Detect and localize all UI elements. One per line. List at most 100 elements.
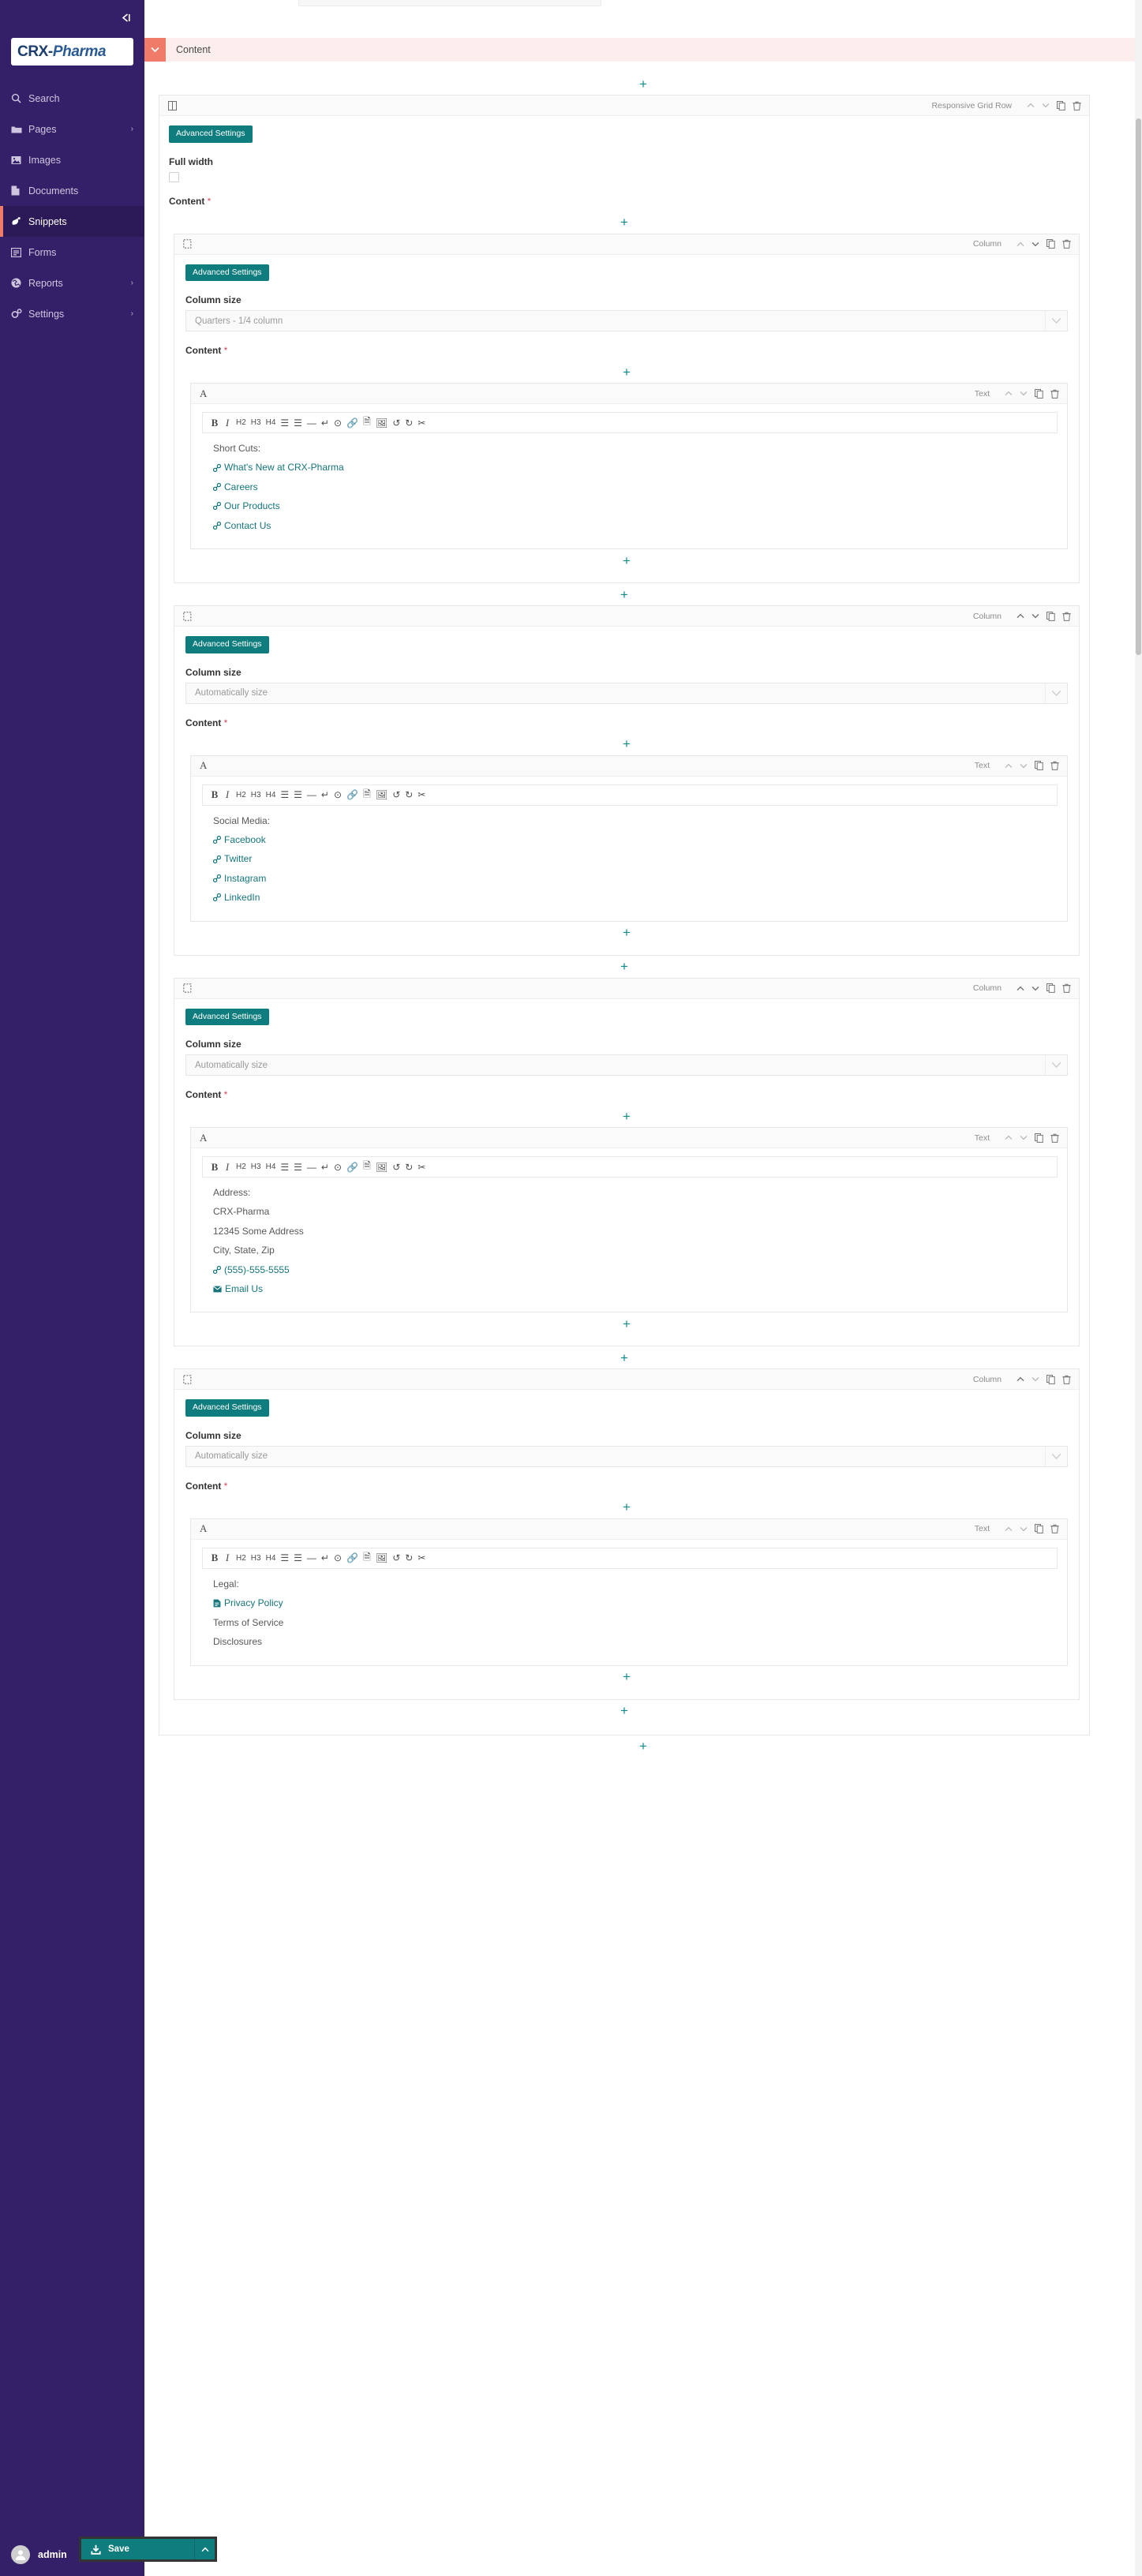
- move-down-button[interactable]: [1032, 986, 1039, 991]
- document-link-button[interactable]: 🗎: [361, 414, 373, 432]
- remove-format-button[interactable]: ✂: [415, 414, 428, 432]
- italic-button[interactable]: I: [221, 414, 234, 432]
- delete-button[interactable]: [1062, 612, 1071, 621]
- add-block-button[interactable]: +: [169, 956, 1080, 978]
- ordered-list-button[interactable]: ☰: [278, 414, 291, 432]
- heading2-button[interactable]: H2: [234, 414, 249, 432]
- heading3-button[interactable]: H3: [249, 1549, 264, 1567]
- image-button[interactable]: 🖼: [373, 786, 390, 803]
- heading2-button[interactable]: H2: [234, 786, 249, 803]
- delete-button[interactable]: [1062, 239, 1071, 249]
- redo-button[interactable]: ↻: [403, 414, 415, 432]
- rich-text-editor-area[interactable]: Address: CRX-Pharma 12345 Some Address C…: [202, 1178, 1058, 1301]
- ordered-list-button[interactable]: ☰: [278, 1549, 291, 1567]
- add-block-button[interactable]: +: [185, 1666, 1068, 1688]
- document-link-button[interactable]: 🗎: [361, 1549, 373, 1567]
- move-up-button[interactable]: [1005, 1526, 1013, 1532]
- duplicate-button[interactable]: [1047, 983, 1055, 993]
- editor-line[interactable]: Contact Us: [213, 520, 1056, 531]
- add-block-button[interactable]: +: [169, 583, 1080, 605]
- delete-button[interactable]: [1062, 983, 1071, 993]
- ordered-list-button[interactable]: ☰: [278, 786, 291, 803]
- delete-button[interactable]: [1050, 1524, 1059, 1534]
- move-down-button[interactable]: [1020, 1526, 1028, 1532]
- advanced-settings-button[interactable]: Advanced Settings: [185, 636, 269, 653]
- undo-button[interactable]: ↺: [390, 1549, 403, 1567]
- move-up-button[interactable]: [1017, 613, 1024, 619]
- heading4-button[interactable]: H4: [264, 414, 279, 432]
- image-button[interactable]: 🖼: [373, 414, 390, 432]
- move-down-button[interactable]: [1032, 1376, 1039, 1382]
- media-button[interactable]: ⊙: [331, 414, 344, 432]
- remove-format-button[interactable]: ✂: [415, 1549, 428, 1567]
- media-button[interactable]: ⊙: [331, 1159, 344, 1176]
- bold-button[interactable]: B: [208, 1549, 221, 1567]
- add-block-button[interactable]: +: [185, 733, 1068, 755]
- heading2-button[interactable]: H2: [234, 1549, 249, 1567]
- add-block-button[interactable]: +: [185, 1312, 1068, 1335]
- unordered-list-button[interactable]: ☰: [291, 1549, 305, 1567]
- add-block-button[interactable]: +: [185, 1496, 1068, 1518]
- editor-line[interactable]: LinkedIn: [213, 892, 1056, 903]
- line-break-button[interactable]: ↵: [319, 1159, 331, 1176]
- add-block-button[interactable]: +: [169, 1346, 1080, 1368]
- heading3-button[interactable]: H3: [249, 786, 264, 803]
- scrollbar-thumb[interactable]: [1136, 118, 1141, 655]
- redo-button[interactable]: ↻: [403, 1549, 415, 1567]
- italic-button[interactable]: I: [221, 786, 234, 803]
- editor-line[interactable]: Privacy Policy: [213, 1597, 1056, 1608]
- bold-button[interactable]: B: [208, 1159, 221, 1176]
- duplicate-button[interactable]: [1047, 1374, 1055, 1384]
- move-up-button[interactable]: [1005, 763, 1013, 769]
- delete-button[interactable]: [1050, 761, 1059, 770]
- save-button[interactable]: Save: [81, 2539, 194, 2559]
- move-up-button[interactable]: [1027, 103, 1035, 108]
- sidebar-item-pages[interactable]: Pages ›: [0, 114, 144, 144]
- redo-button[interactable]: ↻: [403, 1159, 415, 1176]
- heading4-button[interactable]: H4: [264, 1159, 279, 1176]
- image-button[interactable]: 🖼: [373, 1549, 390, 1567]
- line-break-button[interactable]: ↵: [319, 414, 331, 432]
- add-block-button[interactable]: +: [185, 1105, 1068, 1127]
- link-button[interactable]: 🔗: [344, 414, 361, 432]
- sidebar-item-forms[interactable]: Forms: [0, 237, 144, 268]
- move-down-button[interactable]: [1032, 242, 1039, 247]
- sidebar-item-search[interactable]: Search: [0, 83, 144, 114]
- media-button[interactable]: ⊙: [331, 786, 344, 803]
- move-up-button[interactable]: [1017, 242, 1024, 247]
- heading2-button[interactable]: H2: [234, 1159, 249, 1176]
- document-link-button[interactable]: 🗎: [361, 786, 373, 803]
- move-up-button[interactable]: [1017, 986, 1024, 991]
- add-block-button[interactable]: +: [169, 1700, 1080, 1722]
- column-size-select[interactable]: Automatically size: [185, 682, 1068, 704]
- column-size-select[interactable]: Quarters - 1/4 column: [185, 310, 1068, 332]
- move-down-button[interactable]: [1020, 1135, 1028, 1140]
- column-size-select[interactable]: Automatically size: [185, 1054, 1068, 1076]
- line-break-button[interactable]: ↵: [319, 786, 331, 803]
- full-width-checkbox[interactable]: [169, 171, 179, 182]
- horizontal-rule-button[interactable]: —: [305, 414, 319, 432]
- duplicate-button[interactable]: [1035, 1524, 1043, 1534]
- unordered-list-button[interactable]: ☰: [291, 414, 305, 432]
- editor-line[interactable]: Twitter: [213, 853, 1056, 864]
- sidebar-item-documents[interactable]: Documents: [0, 175, 144, 206]
- move-down-button[interactable]: [1042, 103, 1050, 108]
- add-block-button[interactable]: +: [185, 922, 1068, 944]
- delete-button[interactable]: [1062, 1375, 1071, 1384]
- document-link-button[interactable]: 🗎: [361, 1159, 373, 1176]
- editor-line[interactable]: Facebook: [213, 834, 1056, 845]
- add-block-button[interactable]: +: [144, 1735, 1142, 1758]
- delete-button[interactable]: [1050, 1133, 1059, 1143]
- editor-line[interactable]: (555)-555-5555: [213, 1264, 1056, 1275]
- undo-button[interactable]: ↺: [390, 786, 403, 803]
- heading3-button[interactable]: H3: [249, 1159, 264, 1176]
- sidebar-item-images[interactable]: Images: [0, 144, 144, 175]
- delete-button[interactable]: [1073, 101, 1081, 110]
- duplicate-button[interactable]: [1047, 239, 1055, 249]
- duplicate-button[interactable]: [1035, 761, 1043, 770]
- media-button[interactable]: ⊙: [331, 1549, 344, 1567]
- horizontal-rule-button[interactable]: —: [305, 1549, 319, 1567]
- delete-button[interactable]: [1050, 389, 1059, 399]
- move-down-button[interactable]: [1020, 763, 1028, 769]
- link-button[interactable]: 🔗: [344, 1549, 361, 1567]
